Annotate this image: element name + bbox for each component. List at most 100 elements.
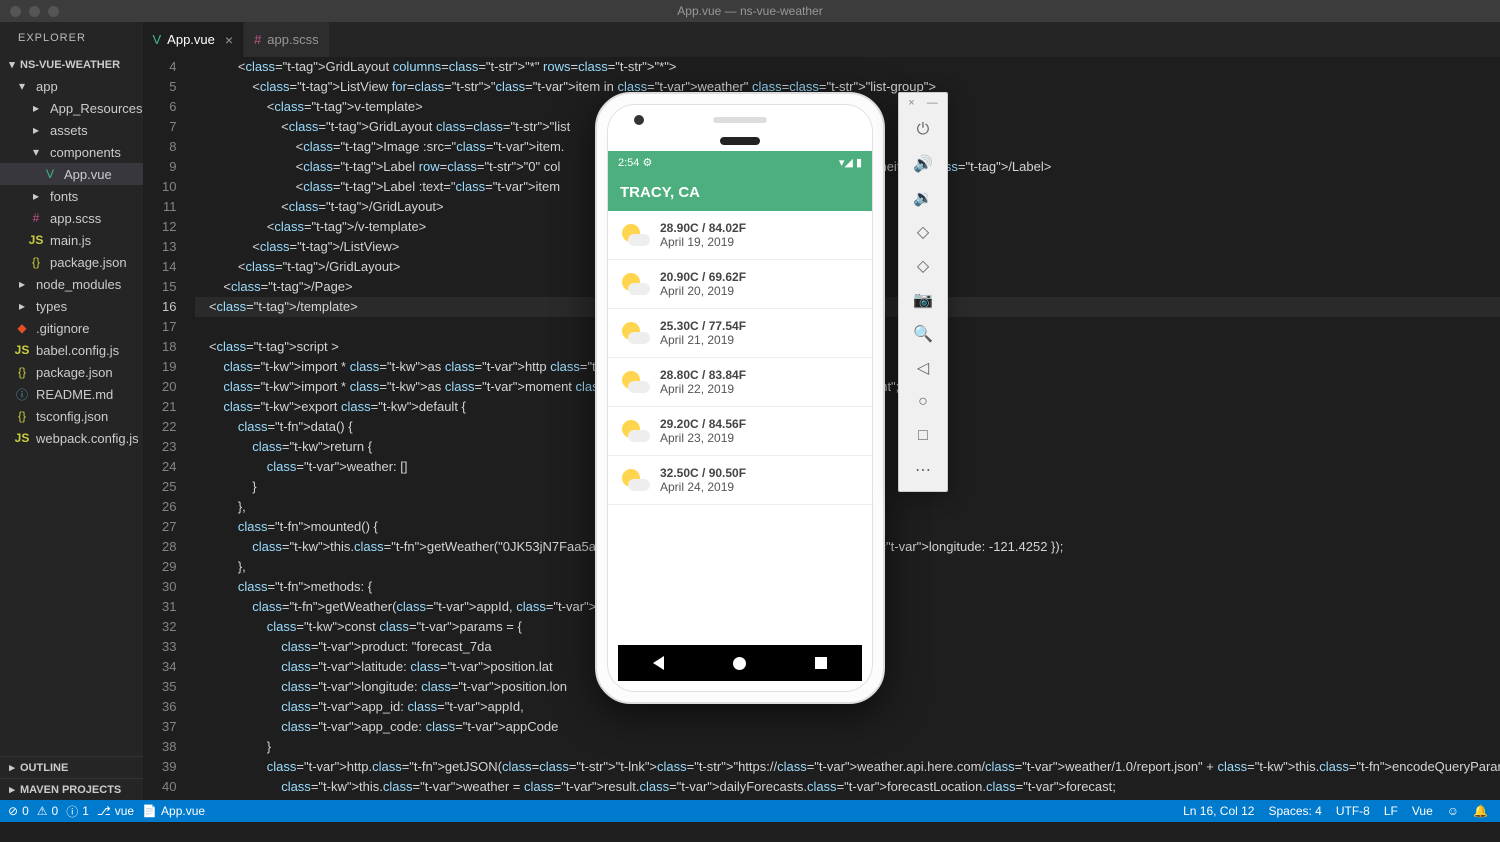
file-tree: ▾app▸App_Resources▸assets▾componentsVApp… [0,75,143,756]
errors-count[interactable]: ⊘ 0 [8,804,29,818]
tree-item-package-json[interactable]: {}package.json [0,361,143,383]
json-icon: {} [14,409,30,423]
emu-minimize-icon[interactable]: — [927,97,938,109]
maximize-window[interactable] [48,6,59,17]
project-header[interactable]: ▾ NS-VUE-WEATHER [0,54,143,75]
close-icon[interactable]: × [225,32,233,48]
notifications-icon[interactable]: 🔔 [1473,804,1488,818]
md-icon: ⓘ [14,386,30,403]
tree-item-types[interactable]: ▸types [0,295,143,317]
back-button[interactable] [653,656,664,670]
outline-section[interactable]: ▸OUTLINE [0,756,143,778]
tab-App-vue[interactable]: VApp.vue× [143,22,245,57]
json-icon: {} [14,365,30,379]
overview-button[interactable] [815,657,827,669]
emu-more-icon[interactable]: ⋯ [904,453,942,487]
tree-item-README-md[interactable]: ⓘREADME.md [0,383,143,405]
tab-app-scss[interactable]: #app.scss [244,22,330,57]
tree-item-tsconfig-json[interactable]: {}tsconfig.json [0,405,143,427]
weather-icon [620,369,650,395]
js-icon: JS [28,233,44,247]
forecast-row[interactable]: 29.20C / 84.56FApril 23, 2019 [608,407,872,456]
home-button[interactable] [733,657,746,670]
chevron-down-icon: ▾ [8,58,16,71]
scss-icon: # [28,211,44,225]
forecast-list[interactable]: 28.90C / 84.02FApril 19, 201920.90C / 69… [608,211,872,505]
folder-icon: ▾ [14,79,30,93]
power-icon[interactable]: ⏻ [904,113,942,147]
vue-icon: V [42,167,58,181]
tree-item-app[interactable]: ▾app [0,75,143,97]
tree-item-package-json[interactable]: {}package.json [0,251,143,273]
indent-setting[interactable]: Spaces: 4 [1268,804,1321,818]
sensor [720,137,760,145]
weather-icon [620,222,650,248]
tree-item-components[interactable]: ▾components [0,141,143,163]
js-icon: JS [14,343,30,357]
app-header: TRACY, CA [608,173,872,211]
screenshot-icon[interactable]: 📷 [904,283,942,317]
forecast-row[interactable]: 28.80C / 83.84FApril 22, 2019 [608,358,872,407]
emulator-toolbar: × — ⏻ 🔊 🔉 ◇ ◇ 📷 🔍 ◁ ○ □ ⋯ [898,92,948,492]
tree-item-babel-config-js[interactable]: JSbabel.config.js [0,339,143,361]
maven-section[interactable]: ▸MAVEN PROJECTS [0,778,143,800]
tree-item-webpack-config-js[interactable]: JSwebpack.config.js [0,427,143,449]
emu-overview-icon[interactable]: □ [904,419,942,453]
folder-icon: ▸ [28,123,44,137]
emu-back-icon[interactable]: ◁ [904,351,942,385]
info-count[interactable]: ⓘ 1 [66,803,89,820]
folder-icon: ▸ [28,101,44,115]
tree-item-assets[interactable]: ▸assets [0,119,143,141]
feedback-icon[interactable]: ☺ [1447,804,1459,818]
json-icon: {} [28,255,44,269]
tree-item-node_modules[interactable]: ▸node_modules [0,273,143,295]
tree-item--gitignore[interactable]: ◆.gitignore [0,317,143,339]
zoom-icon[interactable]: 🔍 [904,317,942,351]
status-file[interactable]: 📄 App.vue [142,804,205,818]
tree-item-app-scss[interactable]: #app.scss [0,207,143,229]
android-navbar [618,645,862,681]
eol[interactable]: LF [1384,804,1398,818]
close-window[interactable] [10,6,21,17]
phone-statusbar: 2:54 ⚙ ▾◢ ▮ [608,151,872,173]
sidebar: EXPLORER ▾ NS-VUE-WEATHER ▾app▸App_Resou… [0,22,143,800]
window-title: App.vue — ns-vue-weather [677,4,822,18]
phone-bezel-top [608,105,872,151]
rotate-right-icon[interactable]: ◇ [904,249,942,283]
phone-emulator: 2:54 ⚙ ▾◢ ▮ TRACY, CA 28.90C / 84.02FApr… [595,92,885,704]
weather-icon [620,271,650,297]
forecast-row[interactable]: 28.90C / 84.02FApril 19, 2019 [608,211,872,260]
folder-icon: ▾ [28,145,44,159]
titlebar: App.vue — ns-vue-weather [0,0,1500,22]
weather-icon [620,320,650,346]
folder-icon: ▸ [14,299,30,313]
project-name: NS-VUE-WEATHER [20,59,120,71]
cursor-position[interactable]: Ln 16, Col 12 [1183,804,1254,818]
language-mode[interactable]: Vue [1412,804,1433,818]
editor-tabs: VApp.vue×#app.scss ◫ ⋯ [143,22,1500,57]
volume-down-icon[interactable]: 🔉 [904,181,942,215]
tree-item-fonts[interactable]: ▸fonts [0,185,143,207]
signal-icons: ▾◢ ▮ [839,156,862,169]
folder-icon: ▸ [28,189,44,203]
camera-icon [634,115,644,125]
weather-icon [620,467,650,493]
volume-up-icon[interactable]: 🔊 [904,147,942,181]
forecast-row[interactable]: 25.30C / 77.54FApril 21, 2019 [608,309,872,358]
emu-close-icon[interactable]: × [908,97,914,109]
tree-item-App_Resources[interactable]: ▸App_Resources [0,97,143,119]
forecast-row[interactable]: 32.50C / 90.50FApril 24, 2019 [608,456,872,505]
explorer-title: EXPLORER [0,22,143,54]
minimize-window[interactable] [29,6,40,17]
forecast-row[interactable]: 20.90C / 69.62FApril 20, 2019 [608,260,872,309]
traffic-lights [0,6,59,17]
git-branch[interactable]: ⎇ vue [97,804,134,818]
tree-item-main-js[interactable]: JSmain.js [0,229,143,251]
statusbar: ⊘ 0 ⚠ 0 ⓘ 1 ⎇ vue 📄 App.vue Ln 16, Col 1… [0,800,1500,822]
encoding[interactable]: UTF-8 [1336,804,1370,818]
warnings-count[interactable]: ⚠ 0 [37,804,58,818]
tree-item-App-vue[interactable]: VApp.vue [0,163,143,185]
rotate-left-icon[interactable]: ◇ [904,215,942,249]
js-icon: JS [14,431,30,445]
emu-home-icon[interactable]: ○ [904,385,942,419]
